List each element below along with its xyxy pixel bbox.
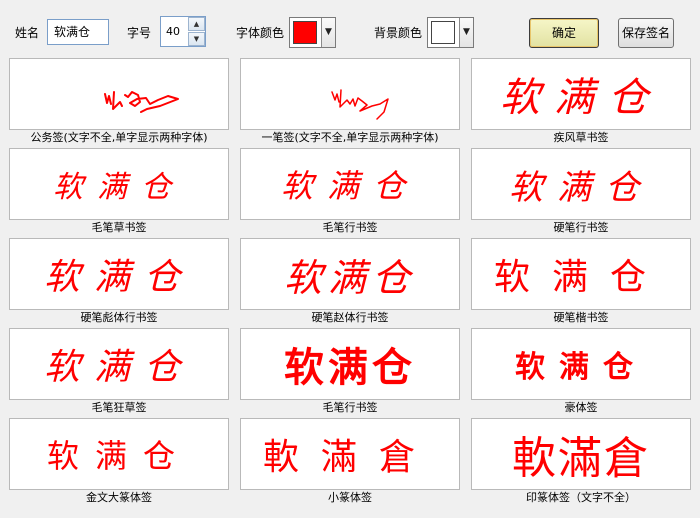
signature-preview [9,58,229,130]
signature-text: 软满仓 [43,347,194,388]
signature-caption: 毛笔狂草签 [91,401,147,414]
signature-caption: 毛笔草书签 [91,221,147,234]
font-size-spinner[interactable]: 40 ▲ ▼ [160,16,206,47]
signature-text: 软满仓 [46,437,191,475]
signature-cell[interactable]: 软满仓 硬笔彪体行书签 [9,238,229,328]
signature-preview: 軟滿倉 [471,418,691,490]
signature-text: 軟滿倉 [512,433,650,484]
signature-text: 软满仓 [500,75,662,121]
signature-text: 软满仓 [43,257,194,298]
signature-cell[interactable]: 软满仓 毛笔行书签 [240,328,460,418]
signature-preview: 软满仓 [471,148,691,220]
name-input[interactable]: 软满仓 [47,19,109,45]
background-color-label: 背景颜色 [374,26,423,40]
signature-text: 軟滿倉 [262,437,437,478]
signature-cell[interactable]: 公务签(文字不全,单字显示两种字体) [9,58,229,148]
signature-cell[interactable]: 软满仓 硬笔赵体行书签 [240,238,460,328]
signature-preview: 软满仓 [240,328,460,400]
signature-caption: 毛笔行书签 [322,401,378,414]
signature-caption: 一笔签(文字不全,单字显示两种字体) [261,131,439,144]
spin-down-icon[interactable]: ▼ [188,32,205,46]
signature-text: 软满仓 [283,255,416,300]
signature-cell[interactable]: 软满仓 毛笔行书签 [240,148,460,238]
font-size-label: 字号 [127,26,152,40]
signature-caption: 疾风草书签 [553,131,609,144]
signature-caption: 豪体签 [564,401,598,414]
font-color-swatch [293,21,317,44]
signature-preview: 软满仓 [240,148,460,220]
signature-text: 软满仓 [509,167,653,208]
background-color-picker[interactable]: ▼ [427,17,474,48]
signature-text: 软满仓 [280,167,419,205]
signature-preview: 软满仓 [471,328,691,400]
signature-caption: 硬笔赵体行书签 [311,311,389,324]
confirm-button[interactable]: 确定 [529,18,599,48]
signature-caption: 毛笔行书签 [322,221,378,234]
signature-preview: 软满仓 [9,238,229,310]
signature-preview: 软满仓 [9,328,229,400]
dropdown-arrow-icon[interactable]: ▼ [459,18,473,47]
signature-text: 软满仓 [515,350,647,385]
font-color-picker[interactable]: ▼ [289,17,336,48]
signature-cell[interactable]: 軟滿倉 小篆体签 [240,418,460,508]
signature-caption: 硬笔楷书签 [553,311,609,324]
signature-preview: 軟滿倉 [240,418,460,490]
signature-caption: 印篆体签（文字不全） [526,491,636,504]
font-color-label: 字体颜色 [236,26,285,40]
signature-cell[interactable]: 软满仓 硬笔行书签 [471,148,691,238]
signature-cell[interactable]: 一笔签(文字不全,单字显示两种字体) [240,58,460,148]
signature-cell[interactable]: 软满仓 毛笔草书签 [9,148,229,238]
signature-text: 软满仓 [53,170,185,205]
signature-caption: 硬笔彪体行书签 [80,311,158,324]
name-label: 姓名 [15,26,40,40]
signature-preview: 软满仓 [9,418,229,490]
signature-cell[interactable]: 软满仓 豪体签 [471,328,691,418]
signature-cell[interactable]: 软满仓 硬笔楷书签 [471,238,691,328]
signature-text: 软满仓 [284,345,416,391]
signature-preview [240,58,460,130]
signature-cell[interactable]: 软满仓 疾风草书签 [471,58,691,148]
signature-preview: 软满仓 [9,148,229,220]
signature-caption: 公务签(文字不全,单字显示两种字体) [30,131,208,144]
font-size-spin-buttons: ▲ ▼ [188,17,205,46]
signature-caption: 金文大篆体签 [86,491,152,504]
signature-preview: 软满仓 [471,58,691,130]
signature-text: 软满仓 [493,257,668,298]
save-signature-button[interactable]: 保存签名 [618,18,674,48]
dropdown-arrow-icon[interactable]: ▼ [321,18,335,47]
background-color-swatch [431,21,455,44]
signature-caption: 小篆体签 [328,491,372,504]
spin-up-icon[interactable]: ▲ [188,17,205,31]
toolbar: 姓名 软满仓 字号 40 ▲ ▼ 字体颜色 ▼ 背景颜色 ▼ 确定 保存签名 [0,0,700,58]
signature-cell[interactable]: 软满仓 毛笔狂草签 [9,328,229,418]
signature-cell[interactable]: 軟滿倉 印篆体签（文字不全） [471,418,691,508]
signature-grid: 公务签(文字不全,单字显示两种字体) 一笔签(文字不全,单字显示两种字体) 软满… [9,58,691,510]
signature-preview: 软满仓 [240,238,460,310]
signature-stroke-image [104,91,179,113]
signature-caption: 硬笔行书签 [553,221,609,234]
signature-preview: 软满仓 [471,238,691,310]
font-size-value[interactable]: 40 [166,25,180,38]
signature-cell[interactable]: 软满仓 金文大篆体签 [9,418,229,508]
signature-stroke-image [331,89,389,120]
